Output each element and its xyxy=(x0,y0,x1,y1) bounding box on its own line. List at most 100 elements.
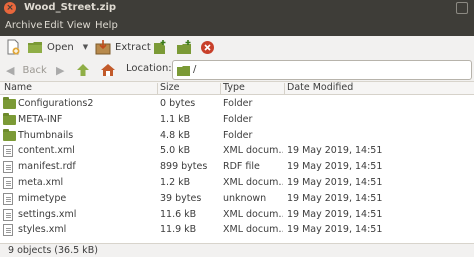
open-label: Open xyxy=(47,41,74,53)
folder-icon xyxy=(3,112,16,125)
file-date: 19 May 2019, 14:51 xyxy=(287,208,383,220)
location-path: / xyxy=(193,64,197,75)
back-label: Back xyxy=(22,64,47,76)
file-size: 1.2 kB xyxy=(160,177,191,188)
file-size: 4.8 kB xyxy=(160,129,191,141)
close-window-button[interactable]: × xyxy=(4,2,16,14)
column-divider[interactable] xyxy=(220,83,221,94)
column-divider[interactable] xyxy=(157,83,158,94)
extract-button[interactable]: Extract xyxy=(95,38,151,56)
menu-help[interactable]: Help xyxy=(95,19,118,33)
file-row[interactable]: meta.xml 1.2 kB XML docum… 19 May 2019, 14:… xyxy=(0,175,474,190)
file-date: 19 May 2019, 14:51 xyxy=(287,145,383,157)
column-header-date[interactable]: Date Modified xyxy=(287,82,353,94)
add-file-icon xyxy=(154,40,166,54)
file-icon xyxy=(3,177,13,189)
file-type: XML docum… xyxy=(223,145,283,157)
file-size: 899 bytes xyxy=(160,161,208,173)
toolbar: Open ▼ Extract xyxy=(0,36,474,58)
file-row[interactable]: mimetype 39 bytes unknown 19 May 2019, 14:5… xyxy=(0,191,474,206)
menu-archive[interactable]: Archive xyxy=(5,19,42,33)
file-row[interactable]: content.xml 5.0 kB XML docum… 19 May 2019, … xyxy=(0,143,474,158)
file-date: 19 May 2019, 14:51 xyxy=(287,161,383,173)
add-folder-button[interactable] xyxy=(176,38,192,56)
column-divider[interactable] xyxy=(284,83,285,94)
file-type: Folder xyxy=(223,129,253,141)
file-row[interactable]: Thumbnails 4.8 kB Folder xyxy=(0,128,474,143)
file-date: 19 May 2019, 14:51 xyxy=(287,224,383,236)
folder-icon xyxy=(3,97,16,109)
status-bar: 9 objects (36.5 kB) xyxy=(0,243,474,257)
file-name: styles.xml xyxy=(18,224,67,236)
file-name: meta.xml xyxy=(18,177,64,188)
file-name: META-INF xyxy=(18,113,63,125)
file-list: Name Size Type Date Modified Configurati… xyxy=(0,82,474,243)
file-name: mimetype xyxy=(18,192,67,204)
up-arrow-icon xyxy=(77,64,89,76)
file-type: XML docum… xyxy=(223,177,283,188)
file-size: 39 bytes xyxy=(160,192,202,204)
file-icon xyxy=(3,145,13,158)
home-icon xyxy=(101,64,115,76)
home-button[interactable] xyxy=(100,61,116,79)
file-icon xyxy=(3,192,13,205)
back-arrow-icon: ◀ xyxy=(6,63,15,77)
folder-open-icon xyxy=(28,42,42,53)
menu-view[interactable]: View xyxy=(67,19,91,33)
file-row[interactable]: settings.xml 11.6 kB XML docum… 19 May 2019… xyxy=(0,207,474,222)
column-header-name[interactable]: Name xyxy=(4,82,32,94)
file-date: 19 May 2019, 14:51 xyxy=(287,177,383,188)
folder-icon xyxy=(177,66,190,76)
stop-icon xyxy=(201,40,214,54)
file-name: Thumbnails xyxy=(18,129,74,141)
menu-edit[interactable]: Edit xyxy=(44,19,63,33)
window-title: Wood_Street.zip xyxy=(24,2,117,13)
column-header-row: Name Size Type Date Modified xyxy=(0,82,474,95)
file-icon xyxy=(3,224,13,237)
file-type: XML docum… xyxy=(223,208,283,220)
maximize-button[interactable] xyxy=(456,2,468,14)
menu-bar: Archive Edit View Help xyxy=(0,16,474,36)
forward-arrow-icon: ▶ xyxy=(56,63,65,77)
location-input[interactable]: / xyxy=(172,60,472,80)
up-button[interactable] xyxy=(76,61,90,79)
title-bar: × Wood_Street.zip xyxy=(0,0,474,16)
file-type: XML docum… xyxy=(223,224,283,236)
new-archive-button[interactable] xyxy=(5,38,21,56)
location-label: Location: xyxy=(126,63,172,74)
file-name: Configurations2 xyxy=(18,98,94,109)
file-icon xyxy=(3,161,13,174)
file-size: 1.1 kB xyxy=(160,113,191,125)
file-size: 0 bytes xyxy=(160,98,196,109)
folder-icon xyxy=(3,128,16,141)
status-text: 9 objects (36.5 kB) xyxy=(8,245,98,256)
file-name: settings.xml xyxy=(18,208,77,220)
file-row[interactable]: manifest.rdf 899 bytes RDF file 19 May 2019… xyxy=(0,159,474,174)
file-size: 11.9 kB xyxy=(160,224,197,236)
file-row[interactable]: Configurations2 0 bytes Folder xyxy=(0,96,474,111)
file-row[interactable]: META-INF 1.1 kB Folder xyxy=(0,112,474,127)
add-files-button[interactable] xyxy=(152,38,168,56)
stop-button[interactable] xyxy=(200,38,215,56)
file-type: unknown xyxy=(223,192,267,204)
column-header-size[interactable]: Size xyxy=(160,82,180,94)
file-icon xyxy=(3,208,13,221)
file-type: Folder xyxy=(223,113,253,125)
open-button[interactable]: Open ▼ xyxy=(27,38,88,56)
extract-box-icon xyxy=(95,40,111,55)
file-name: manifest.rdf xyxy=(18,161,76,173)
back-button[interactable]: ◀ Back xyxy=(6,61,47,79)
column-header-type[interactable]: Type xyxy=(223,82,245,94)
file-row[interactable]: styles.xml 11.9 kB XML docum… 19 May 2019, … xyxy=(0,222,474,237)
new-document-icon xyxy=(7,39,20,55)
file-name: content.xml xyxy=(18,145,75,157)
file-type: Folder xyxy=(223,98,253,109)
file-date: 19 May 2019, 14:51 xyxy=(287,192,383,204)
chevron-down-icon: ▼ xyxy=(82,43,89,51)
file-size: 5.0 kB xyxy=(160,145,191,157)
extract-label: Extract xyxy=(115,41,151,53)
file-size: 11.6 kB xyxy=(160,208,197,220)
location-bar: ◀ Back ▶ Location: / xyxy=(0,58,474,82)
file-type: RDF file xyxy=(223,161,260,173)
forward-button[interactable]: ▶ xyxy=(56,61,64,79)
